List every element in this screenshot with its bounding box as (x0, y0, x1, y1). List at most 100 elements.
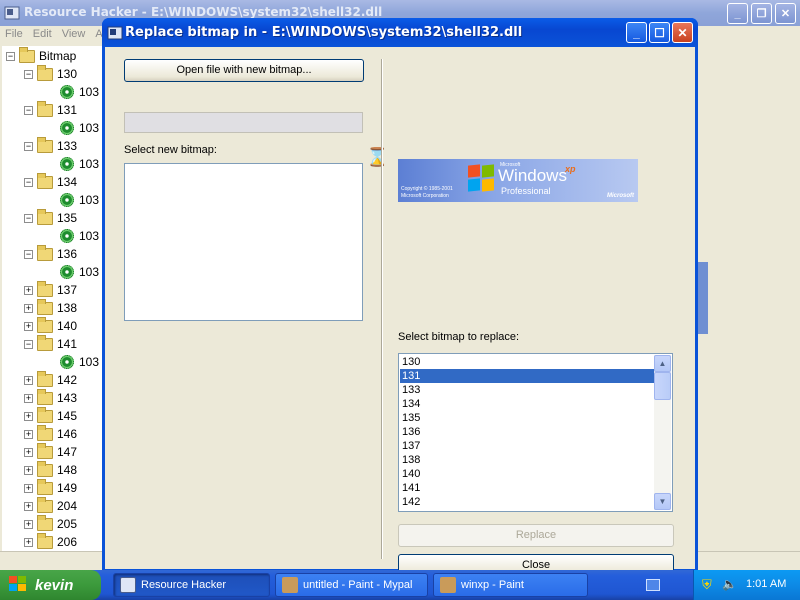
tree-item[interactable]: +147 (24, 442, 77, 461)
tree-item[interactable]: +205 (24, 514, 77, 533)
scroll-thumb[interactable] (654, 372, 671, 400)
keyboard-icon[interactable] (646, 579, 660, 591)
menu-view[interactable]: View (57, 26, 91, 44)
folder-icon (37, 316, 53, 333)
replace-list-item[interactable]: 142 (400, 495, 654, 509)
replace-bitmap-list[interactable]: ▲ ▼ 130 131 133 134 135 136 137 138 140 141 142 (398, 353, 673, 512)
tree-item[interactable]: − 135 (24, 208, 77, 227)
collapse-icon[interactable]: − (6, 51, 15, 61)
preview-windows-text: Windows (498, 166, 567, 185)
minimize-button[interactable]: _ (727, 3, 748, 24)
security-shield-icon[interactable]: ⛨ (702, 577, 712, 593)
tree-child-label: 103 (79, 229, 100, 243)
replace-button[interactable]: Replace (398, 524, 674, 547)
replace-list-scrollbar[interactable]: ▲ ▼ (654, 355, 671, 510)
dialog-close-button[interactable]: ✕ (672, 22, 693, 43)
tree-item[interactable]: +142 (24, 370, 77, 389)
maximize-button[interactable]: ❐ (751, 3, 772, 24)
tree-child-item[interactable]: 103 (60, 155, 99, 173)
replace-list-item[interactable]: 133 (400, 383, 654, 397)
folder-icon (37, 334, 53, 351)
expand-icon[interactable]: + (24, 375, 33, 385)
dialog-app-icon (107, 26, 123, 40)
tree-item-label: 140 (57, 319, 78, 333)
collapse-icon[interactable]: − (24, 339, 33, 349)
menu-edit[interactable]: Edit (28, 26, 57, 44)
collapse-icon[interactable]: − (24, 105, 33, 115)
replace-list-item[interactable]: 138 (400, 453, 654, 467)
clock[interactable]: 1:01 AM (746, 578, 786, 590)
expand-icon[interactable]: + (24, 303, 33, 313)
expand-icon[interactable]: + (24, 321, 33, 331)
select-replace-label: Select bitmap to replace: (398, 331, 520, 343)
replace-list-item[interactable]: 131 (400, 369, 654, 383)
expand-icon[interactable]: + (24, 483, 33, 493)
replace-list-item[interactable]: 141 (400, 481, 654, 495)
dialog-maximize-button[interactable]: ☐ (649, 22, 670, 43)
menu-file[interactable]: File (0, 26, 28, 44)
tree-item[interactable]: +137 (24, 280, 77, 299)
expand-icon[interactable]: + (24, 519, 33, 529)
replace-list-item[interactable]: 134 (400, 397, 654, 411)
expand-icon[interactable]: + (24, 411, 33, 421)
task-resource-hacker[interactable]: Resource Hacker (113, 573, 270, 597)
expand-icon[interactable]: + (24, 393, 33, 403)
expand-icon[interactable]: + (24, 447, 33, 457)
tree-item[interactable]: +143 (24, 388, 77, 407)
task-winxp-paint[interactable]: winxp - Paint (433, 573, 588, 597)
tree-item[interactable]: − 130 (24, 64, 77, 83)
paint-icon (282, 577, 298, 593)
new-bitmap-list[interactable] (124, 163, 363, 321)
replace-list-item[interactable]: 130 (400, 355, 654, 369)
tree-item[interactable]: +146 (24, 424, 77, 443)
resource-hacker-title: Resource Hacker - E:\WINDOWS\system32\sh… (24, 5, 383, 19)
task-paint-mypal[interactable]: untitled - Paint - Mypal (275, 573, 428, 597)
dialog-minimize-button[interactable]: _ (626, 22, 647, 43)
tree-item[interactable]: +145 (24, 406, 77, 425)
tree-child-item[interactable]: 103 (60, 191, 99, 209)
replace-list-item[interactable]: 135 (400, 411, 654, 425)
dialog-titlebar[interactable]: Replace bitmap in - E:\WINDOWS\system32\… (102, 18, 698, 47)
scroll-up-icon[interactable]: ▲ (654, 355, 671, 372)
start-button[interactable]: kevin (0, 570, 101, 600)
tree-root[interactable]: − Bitmap (6, 46, 76, 65)
replace-list-item[interactable]: 137 (400, 439, 654, 453)
tree-item[interactable]: +140 (24, 316, 78, 335)
tree-item[interactable]: − 134 (24, 172, 77, 191)
tree-item[interactable]: − 131 (24, 100, 77, 119)
tree-child-item[interactable]: 103 (60, 227, 99, 245)
collapse-icon[interactable]: − (24, 213, 33, 223)
preview-professional-text: Professional (501, 186, 551, 196)
collapse-icon[interactable]: − (24, 141, 33, 151)
expand-icon[interactable]: + (24, 465, 33, 475)
tree-item[interactable]: +204 (24, 496, 77, 515)
expand-icon[interactable]: + (24, 429, 33, 439)
collapse-icon[interactable]: − (24, 69, 33, 79)
resource-gear-icon (60, 193, 74, 207)
resource-tree[interactable]: − Bitmap −130 103−131 103−133 103−134 103−13… (2, 46, 102, 551)
tree-child-item[interactable]: 103 (60, 83, 99, 101)
replace-list-item[interactable]: 140 (400, 467, 654, 481)
tree-child-item[interactable]: 103 (60, 263, 99, 281)
tree-item[interactable]: +148 (24, 460, 78, 479)
expand-icon[interactable]: + (24, 501, 33, 511)
collapse-icon[interactable]: − (24, 249, 33, 259)
tree-item[interactable]: +138 (24, 298, 77, 317)
folder-icon (37, 442, 53, 459)
volume-icon[interactable]: 🔈 (722, 577, 737, 591)
scroll-down-icon[interactable]: ▼ (654, 493, 671, 510)
tree-item[interactable]: − 141 (24, 334, 77, 353)
close-button[interactable]: ✕ (775, 3, 796, 24)
replace-list-item[interactable]: 136 (400, 425, 654, 439)
tree-item[interactable]: +149 (24, 478, 77, 497)
expand-icon[interactable]: + (24, 537, 33, 547)
tree-item[interactable]: +206 (24, 532, 77, 551)
collapse-icon[interactable]: − (24, 177, 33, 187)
tree-child-item[interactable]: 103 (60, 353, 99, 371)
tree-item-label: 148 (57, 463, 78, 477)
tree-item[interactable]: − 136 (24, 244, 77, 263)
expand-icon[interactable]: + (24, 285, 33, 295)
tree-child-item[interactable]: 103 (60, 119, 99, 137)
open-file-button[interactable]: Open file with new bitmap... (124, 59, 364, 82)
tree-item[interactable]: − 133 (24, 136, 77, 155)
